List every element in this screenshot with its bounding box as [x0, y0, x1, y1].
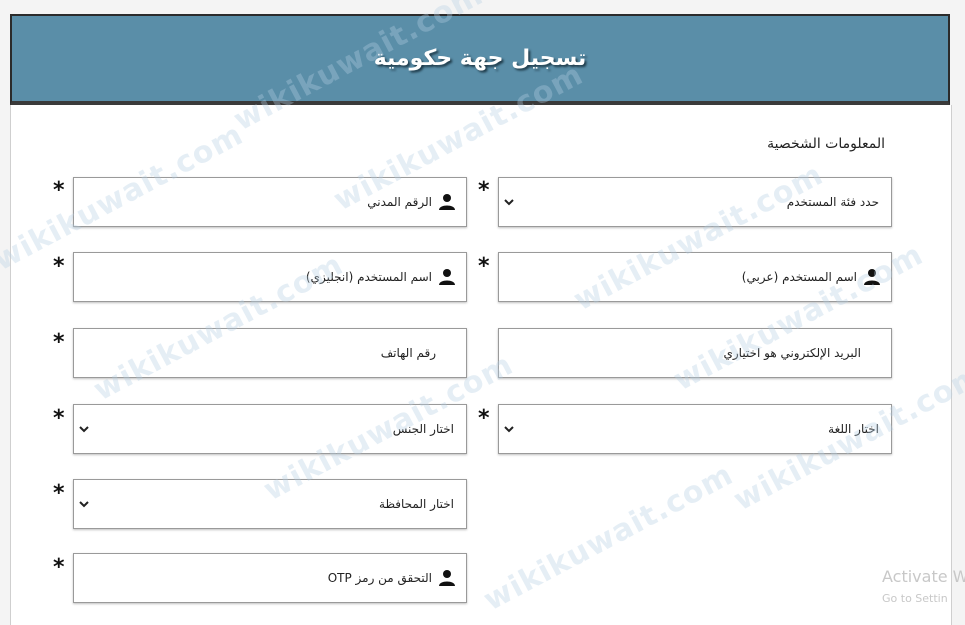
language-select[interactable]: اختار اللغة — [498, 404, 892, 454]
otp-label: التحقق من رمز OTP — [327, 571, 432, 585]
gender-select[interactable]: اختار الجنس — [73, 404, 467, 454]
gender-label: اختار الجنس — [392, 422, 454, 436]
user-category-label: حدد فئة المستخدم — [786, 195, 879, 209]
required-asterisk: * — [53, 481, 65, 506]
username-english-label: اسم المستخدم (انجليزي) — [305, 270, 432, 284]
required-asterisk: * — [478, 178, 490, 203]
username-arabic-label: اسم المستخدم (عربي) — [741, 270, 857, 284]
governorate-select[interactable]: اختار المحافظة — [73, 479, 467, 529]
chevron-down-icon — [79, 426, 89, 433]
phone-input[interactable]: رقم الهاتف — [73, 328, 467, 378]
activate-windows-subtext: Go to Settin — [882, 592, 948, 605]
email-input[interactable]: البريد الإلكتروني هو اختياري — [498, 328, 892, 378]
username-english-input[interactable]: اسم المستخدم (انجليزي) — [73, 252, 467, 302]
required-asterisk: * — [478, 254, 490, 279]
civil-id-input[interactable]: الرقم المدني — [73, 177, 467, 227]
user-icon — [439, 570, 455, 586]
chevron-down-icon — [79, 501, 89, 508]
civil-id-label: الرقم المدني — [367, 195, 432, 209]
page-title: تسجيل جهة حكومية — [373, 46, 587, 71]
page-header: تسجيل جهة حكومية — [10, 14, 950, 105]
chevron-down-icon — [504, 426, 514, 433]
user-icon — [864, 269, 880, 285]
phone-label: رقم الهاتف — [380, 346, 436, 360]
otp-input[interactable]: التحقق من رمز OTP — [73, 553, 467, 603]
required-asterisk: * — [53, 330, 65, 355]
required-asterisk: * — [53, 178, 65, 203]
chevron-down-icon — [504, 199, 514, 206]
user-icon — [439, 194, 455, 210]
section-title: المعلومات الشخصية — [767, 136, 885, 152]
username-arabic-input[interactable]: اسم المستخدم (عربي) — [498, 252, 892, 302]
user-category-select[interactable]: حدد فئة المستخدم — [498, 177, 892, 227]
required-asterisk: * — [53, 254, 65, 279]
required-asterisk: * — [53, 555, 65, 580]
activate-windows-text: Activate Wi — [882, 567, 965, 586]
required-asterisk: * — [53, 406, 65, 431]
required-asterisk: * — [478, 406, 490, 431]
language-label: اختار اللغة — [828, 422, 879, 436]
governorate-label: اختار المحافظة — [379, 497, 454, 511]
email-label: البريد الإلكتروني هو اختياري — [723, 346, 861, 360]
user-icon — [439, 269, 455, 285]
